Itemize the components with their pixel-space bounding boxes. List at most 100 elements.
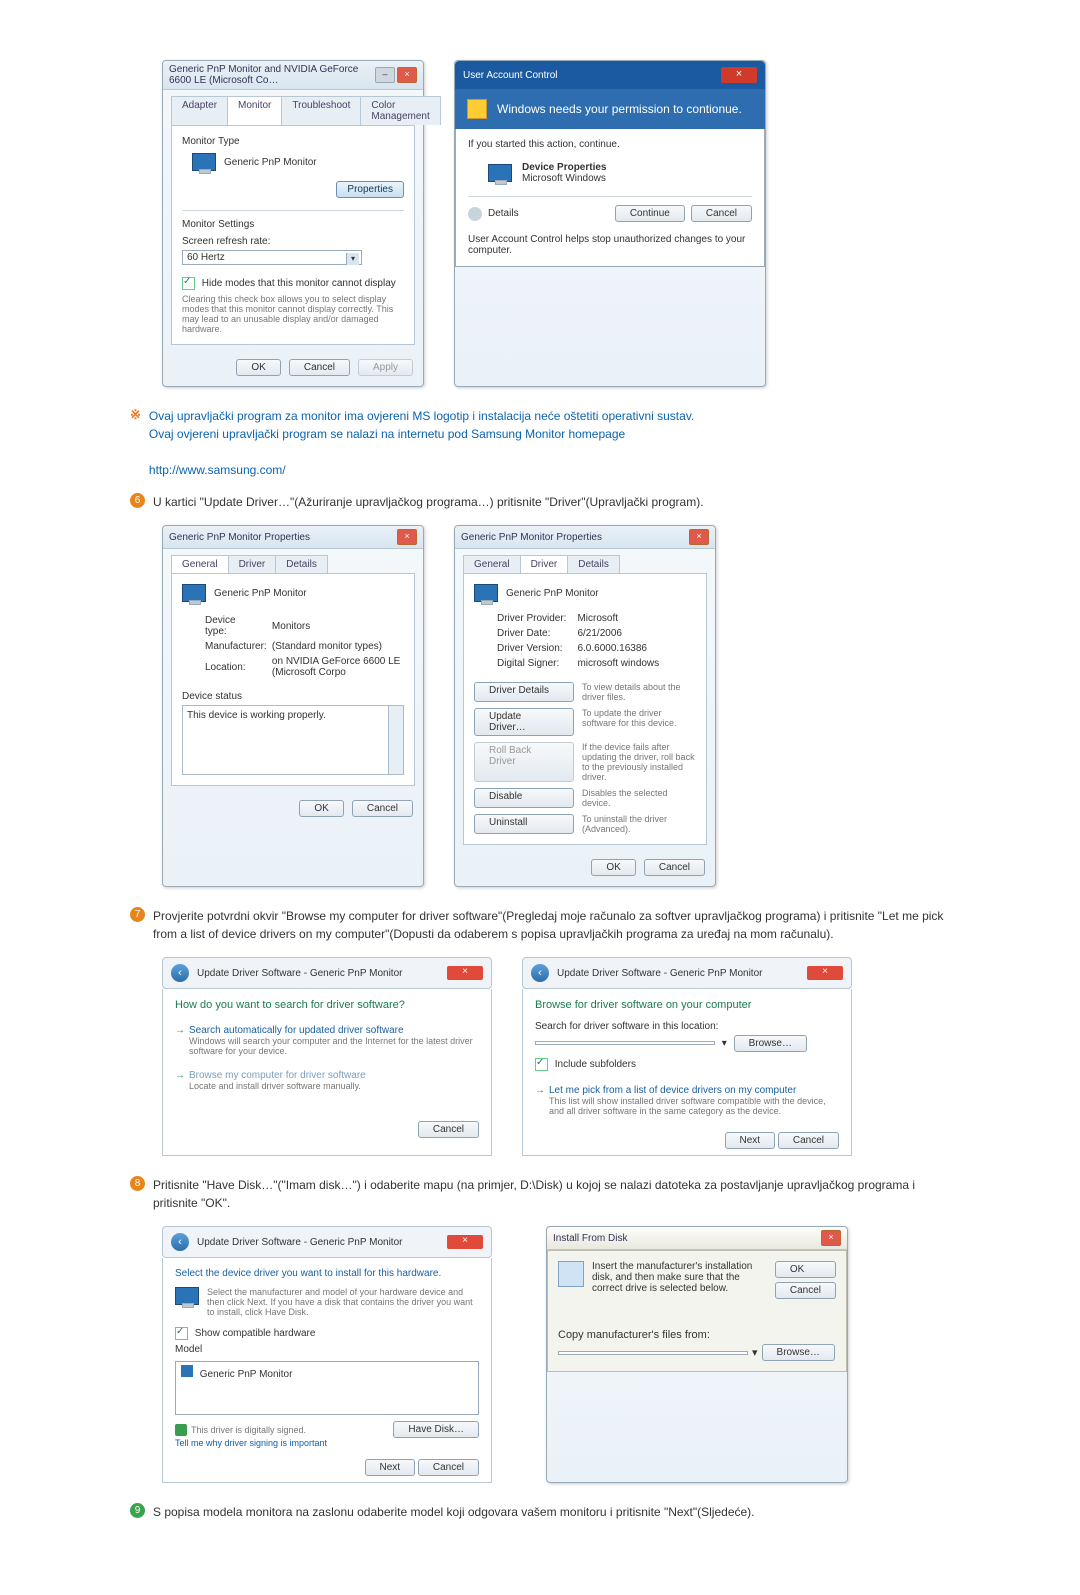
search-driver-dialog: ‹ Update Driver Software - Generic PnP M…: [162, 957, 492, 1156]
ok-button[interactable]: OK: [591, 859, 635, 876]
cancel-button[interactable]: Cancel: [644, 859, 705, 876]
window-title: Generic PnP Monitor Properties: [169, 532, 310, 543]
window-title: Install From Disk: [553, 1233, 627, 1244]
provider-label: Driver Provider:: [496, 612, 574, 625]
samsung-link[interactable]: http://www.samsung.com/: [149, 463, 286, 477]
properties-button[interactable]: Properties: [336, 181, 404, 198]
model-label: Model: [175, 1344, 479, 1355]
tab-driver[interactable]: Driver: [228, 555, 277, 573]
close-button[interactable]: ×: [721, 67, 757, 83]
close-button[interactable]: ×: [821, 1230, 841, 1246]
browse-button[interactable]: Browse…: [762, 1344, 835, 1361]
include-subfolders-label: Include subfolders: [555, 1059, 636, 1070]
copy-path-input[interactable]: [558, 1351, 748, 1355]
signing-link[interactable]: Tell me why driver signing is important: [175, 1438, 327, 1448]
monitor-properties-dialog: Generic PnP Monitor and NVIDIA GeForce 6…: [162, 60, 424, 387]
next-button[interactable]: Next: [365, 1459, 416, 1476]
close-button[interactable]: ×: [397, 529, 417, 545]
step-8-marker: 8: [130, 1176, 145, 1191]
chevron-down-icon: [468, 207, 482, 221]
close-button[interactable]: ×: [397, 67, 417, 83]
back-button[interactable]: ‹: [171, 1233, 189, 1251]
cancel-button[interactable]: Cancel: [691, 205, 752, 222]
uac-item-title: Device Properties: [522, 162, 607, 173]
minimize-button[interactable]: –: [375, 67, 395, 83]
ifd-instr: Insert the manufacturer's installation d…: [592, 1261, 767, 1294]
continue-button[interactable]: Continue: [615, 205, 685, 222]
browse-heading: Browse for driver software on your compu…: [535, 999, 839, 1011]
shield-icon: [175, 1424, 187, 1436]
tab-color-management[interactable]: Color Management: [360, 96, 440, 125]
let-me-pick-label: Let me pick from a list of device driver…: [549, 1085, 796, 1096]
ok-button[interactable]: OK: [299, 800, 343, 817]
close-button[interactable]: ×: [447, 1235, 483, 1249]
close-button[interactable]: ×: [689, 529, 709, 545]
tab-general[interactable]: General: [171, 555, 229, 573]
refresh-rate-label: Screen refresh rate:: [182, 236, 404, 247]
search-heading: How do you want to search for driver sof…: [175, 999, 479, 1011]
close-button[interactable]: ×: [447, 966, 483, 980]
tab-details[interactable]: Details: [567, 555, 620, 573]
breadcrumb: Update Driver Software - Generic PnP Mon…: [197, 968, 402, 979]
step-8-text: Pritisnite "Have Disk…"("Imam disk…") i …: [153, 1176, 950, 1212]
cancel-button[interactable]: Cancel: [289, 359, 350, 376]
version-value: 6.0.6000.16386: [576, 642, 660, 655]
show-compatible-checkbox[interactable]: [175, 1327, 188, 1340]
path-input[interactable]: [535, 1041, 715, 1045]
titlebar: Generic PnP Monitor and NVIDIA GeForce 6…: [163, 61, 423, 90]
cancel-button[interactable]: Cancel: [352, 800, 413, 817]
tab-troubleshoot[interactable]: Troubleshoot: [281, 96, 361, 125]
cancel-button[interactable]: Cancel: [775, 1282, 836, 1299]
disable-button[interactable]: Disable: [474, 788, 574, 808]
step-9-text: S popisa modela monitora na zaslonu odab…: [153, 1503, 950, 1521]
tab-monitor[interactable]: Monitor: [227, 96, 282, 125]
breadcrumb: Update Driver Software - Generic PnP Mon…: [197, 1237, 402, 1248]
status-text: This device is working properly.: [187, 710, 326, 721]
ok-button[interactable]: OK: [236, 359, 280, 376]
apply-button[interactable]: Apply: [358, 359, 413, 376]
breadcrumb: Update Driver Software - Generic PnP Mon…: [557, 968, 762, 979]
device-properties-general: Generic PnP Monitor Properties × General…: [162, 525, 424, 887]
let-me-pick-desc: This list will show installed driver sof…: [549, 1096, 839, 1116]
cancel-button[interactable]: Cancel: [418, 1459, 479, 1476]
cancel-button[interactable]: Cancel: [418, 1121, 479, 1138]
tab-general[interactable]: General: [463, 555, 521, 573]
mfr-value: (Standard monitor types): [271, 640, 402, 653]
search-auto-desc: Windows will search your computer and th…: [189, 1036, 479, 1056]
hide-modes-checkbox[interactable]: [182, 277, 195, 290]
include-subfolders-checkbox[interactable]: [535, 1058, 548, 1071]
scrollbar[interactable]: [388, 706, 403, 774]
model-item: Generic PnP Monitor: [200, 1369, 293, 1380]
browse-computer-option[interactable]: Browse my computer for driver software L…: [175, 1070, 479, 1091]
search-auto-option[interactable]: Search automatically for updated driver …: [175, 1025, 479, 1056]
model-list[interactable]: Generic PnP Monitor: [175, 1361, 479, 1415]
show-compatible-label: Show compatible hardware: [195, 1328, 316, 1339]
ok-button[interactable]: OK: [775, 1261, 836, 1278]
tab-details[interactable]: Details: [275, 555, 328, 573]
back-button[interactable]: ‹: [171, 964, 189, 982]
driver-details-desc: To view details about the driver files.: [582, 682, 696, 702]
rollback-button[interactable]: Roll Back Driver: [474, 742, 574, 782]
cancel-button[interactable]: Cancel: [778, 1132, 839, 1149]
driver-details-button[interactable]: Driver Details: [474, 682, 574, 702]
next-button[interactable]: Next: [725, 1132, 776, 1149]
select-driver-dialog: ‹ Update Driver Software - Generic PnP M…: [162, 1226, 492, 1483]
update-driver-desc: To update the driver software for this d…: [582, 708, 696, 736]
mfr-label: Manufacturer:: [204, 640, 269, 653]
back-button[interactable]: ‹: [531, 964, 549, 982]
update-driver-button[interactable]: Update Driver…: [474, 708, 574, 736]
refresh-rate-value: 60 Hertz: [187, 252, 225, 263]
version-label: Driver Version:: [496, 642, 574, 655]
tab-adapter[interactable]: Adapter: [171, 96, 228, 125]
close-button[interactable]: ×: [807, 966, 843, 980]
refresh-rate-select[interactable]: 60 Hertz ▾: [182, 250, 362, 265]
uninstall-button[interactable]: Uninstall: [474, 814, 574, 834]
browse-driver-dialog: ‹ Update Driver Software - Generic PnP M…: [522, 957, 852, 1156]
window-title: Generic PnP Monitor Properties: [461, 532, 602, 543]
let-me-pick-option[interactable]: Let me pick from a list of device driver…: [535, 1085, 839, 1116]
tab-driver[interactable]: Driver: [520, 555, 569, 573]
have-disk-button[interactable]: Have Disk…: [393, 1421, 479, 1438]
details-toggle[interactable]: Details: [488, 208, 519, 219]
devtype-value: Monitors: [271, 614, 402, 638]
browse-button[interactable]: Browse…: [734, 1035, 807, 1052]
